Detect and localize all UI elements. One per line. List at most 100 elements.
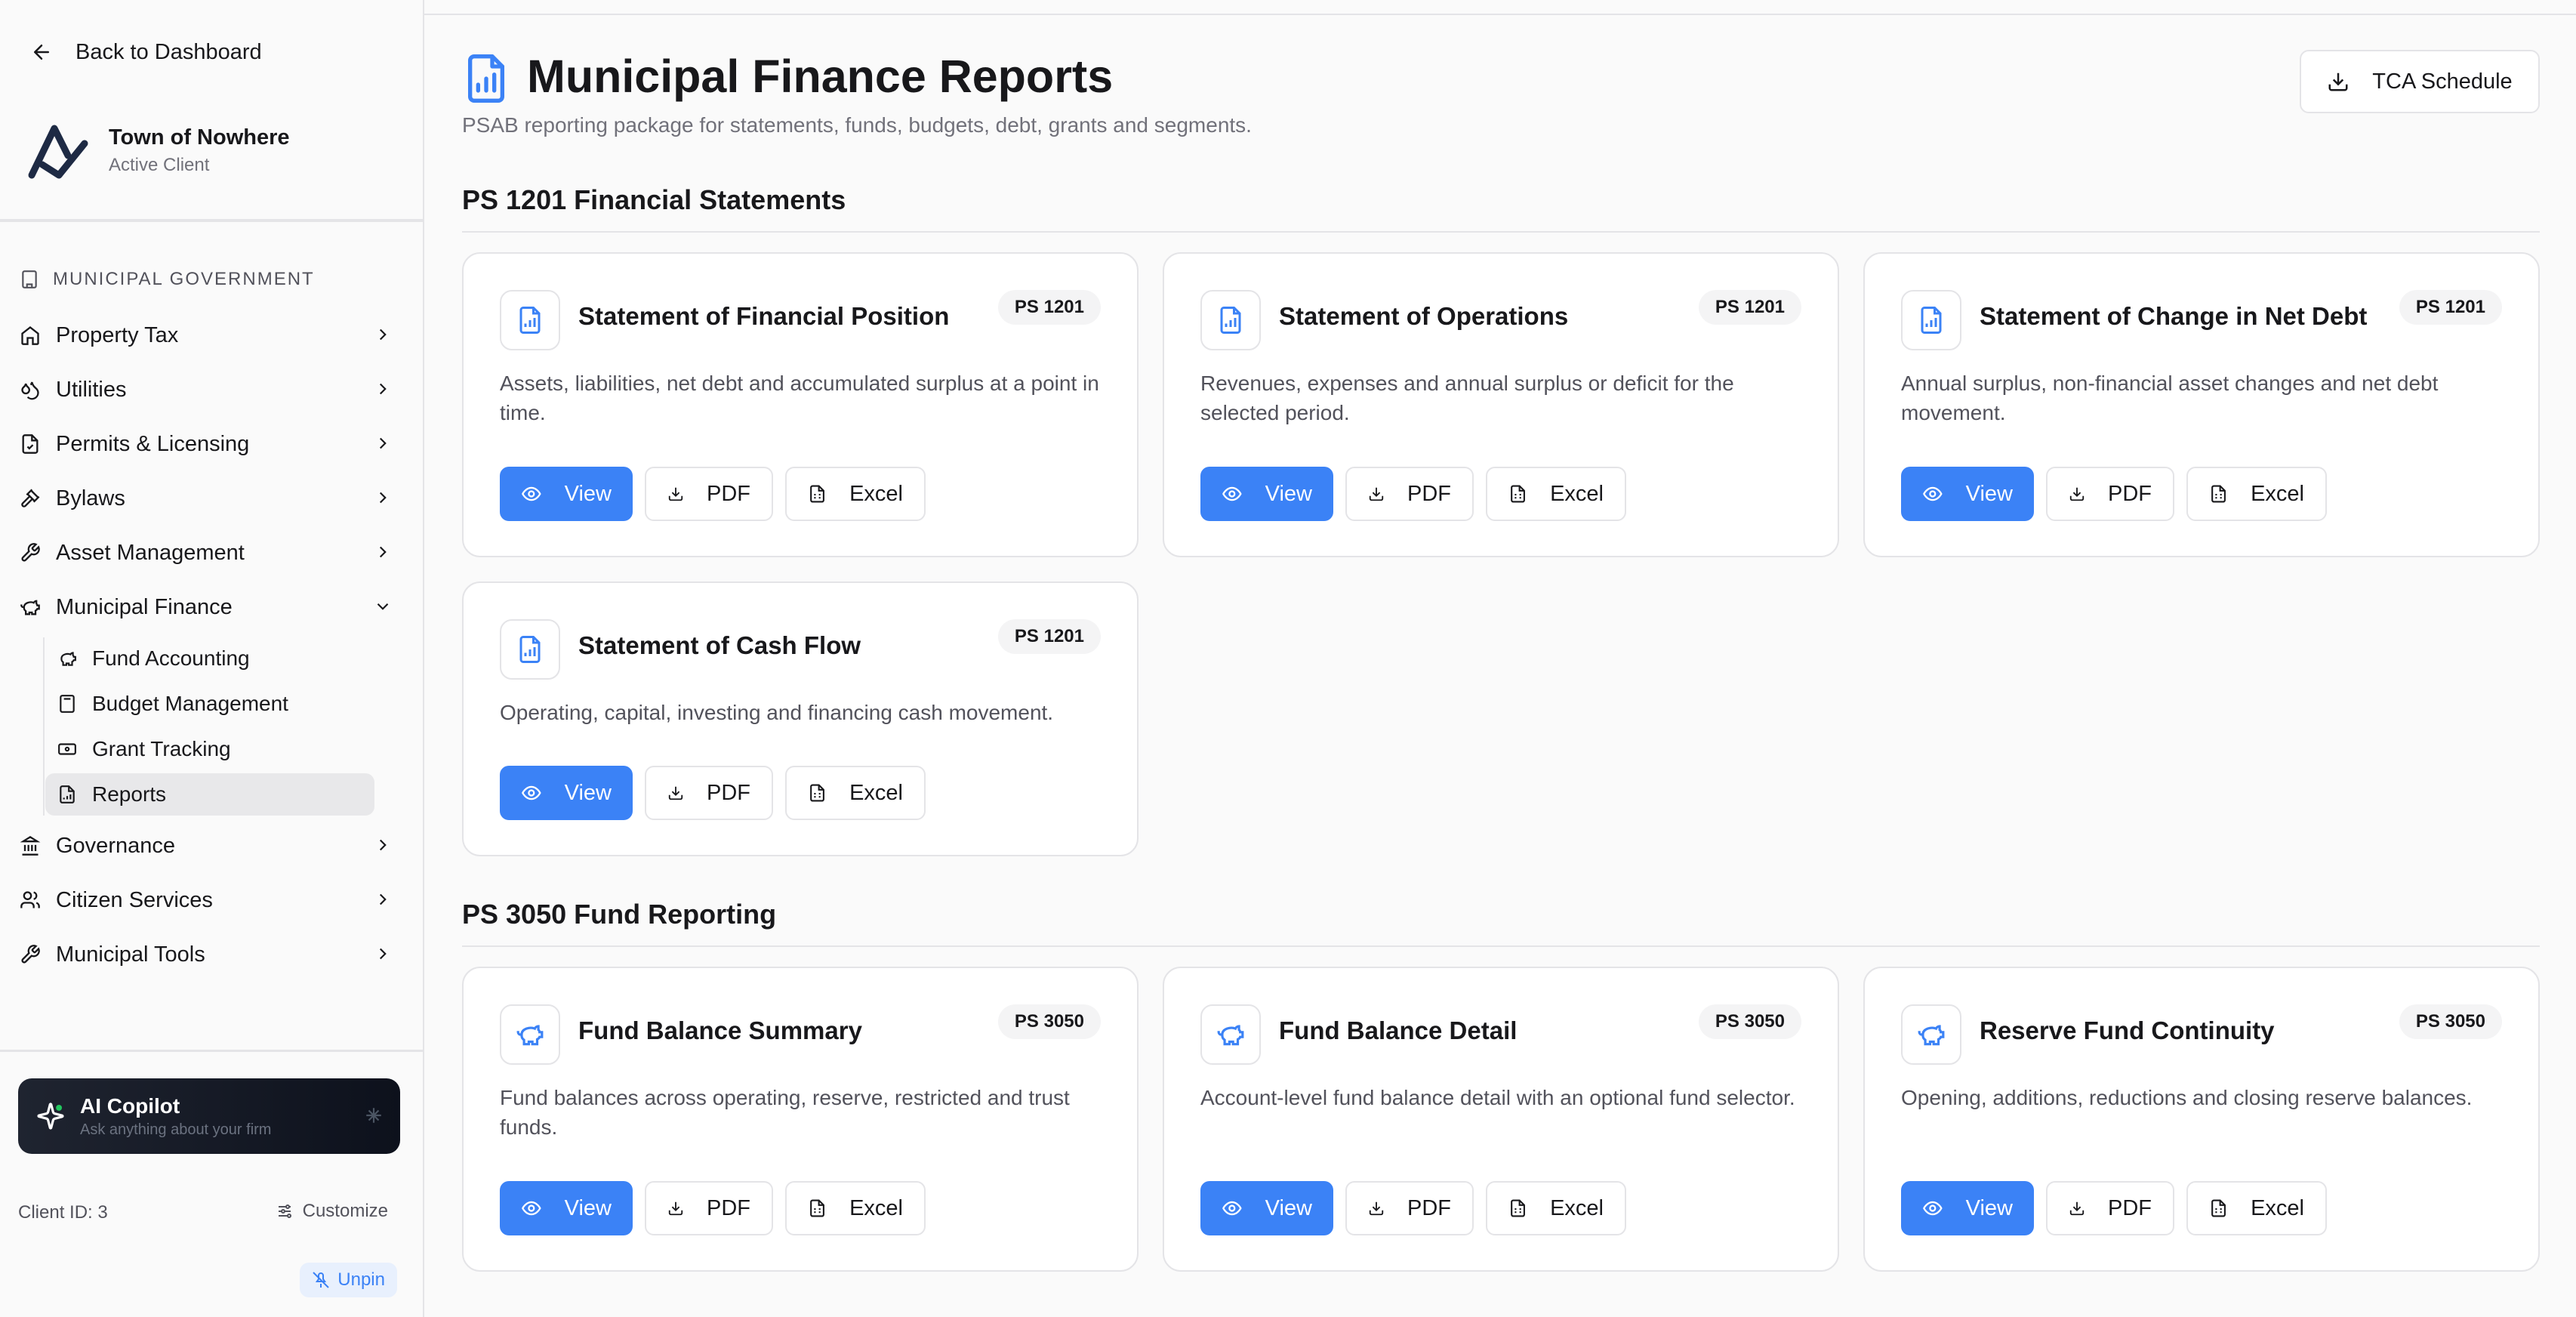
- eye-icon: [522, 785, 541, 800]
- pdf-button[interactable]: PDF: [645, 467, 773, 521]
- download-icon: [2069, 1201, 2085, 1216]
- excel-button[interactable]: Excel: [1486, 467, 1626, 521]
- section-title-ps3050: PS 3050 Fund Reporting: [462, 899, 777, 930]
- back-to-dashboard-label: Back to Dashboard: [75, 39, 262, 64]
- page-subtitle: PSAB reporting package for statements, f…: [462, 113, 1252, 137]
- excel-button[interactable]: Excel: [2186, 467, 2327, 521]
- file-chart-icon: [519, 636, 541, 663]
- sparkles-icon: [37, 1103, 64, 1130]
- standard-badge: PS 1201: [1698, 290, 1801, 325]
- download-icon: [1369, 1201, 1384, 1216]
- pdf-button[interactable]: PDF: [645, 1181, 773, 1235]
- file-spreadsheet-icon: [810, 1199, 824, 1217]
- eye-icon: [1222, 486, 1242, 501]
- tca-schedule-button[interactable]: TCA Schedule: [2300, 50, 2540, 113]
- eye-icon: [522, 1201, 541, 1216]
- download-icon: [2069, 487, 2085, 501]
- ai-copilot-title: AI Copilot: [80, 1093, 180, 1118]
- sidebar-footer-divider: [0, 1050, 423, 1052]
- pin-off-icon: [313, 1272, 329, 1288]
- view-button[interactable]: View: [1901, 467, 2034, 521]
- arrow-left-icon: [34, 45, 49, 60]
- chevron-right-icon: [379, 893, 387, 905]
- back-to-dashboard-link[interactable]: Back to Dashboard: [30, 35, 262, 69]
- chevron-right-icon: [379, 546, 387, 558]
- unpin-button[interactable]: Unpin: [300, 1263, 397, 1297]
- file-spreadsheet-icon: [1511, 485, 1525, 503]
- sidebar-item-municipal-finance[interactable]: Municipal Finance: [0, 580, 423, 634]
- sidebar-item-fund-accounting[interactable]: Fund Accounting: [45, 637, 374, 680]
- sidebar-item-citizen-services[interactable]: Citizen Services: [0, 873, 423, 927]
- sidebar-item-permits-licensing[interactable]: Permits & Licensing: [0, 417, 423, 471]
- report-card: Statement of Operations PS 1201 Revenues…: [1163, 252, 1839, 557]
- sidebar-item-property-tax[interactable]: Property Tax: [0, 308, 423, 362]
- sidebar-item-budget-management[interactable]: Budget Management: [45, 683, 374, 725]
- sidebar-item-grant-tracking[interactable]: Grant Tracking: [45, 728, 374, 770]
- download-icon: [668, 487, 683, 501]
- report-title: Fund Balance Detail: [1279, 1016, 1518, 1044]
- sidebar-item-reports[interactable]: Reports: [45, 773, 374, 816]
- page-title: Municipal Finance Reports: [527, 51, 1114, 102]
- sidebar-item-bylaws[interactable]: Bylaws: [0, 471, 423, 526]
- chevron-right-icon: [379, 948, 387, 960]
- report-card: Fund Balance Summary PS 3050 Fund balanc…: [462, 967, 1139, 1272]
- sidebar-divider: [0, 219, 423, 222]
- file-chart-icon: [468, 54, 504, 103]
- sidebar-item-governance[interactable]: Governance: [0, 819, 423, 873]
- file-spreadsheet-icon: [2211, 1199, 2226, 1217]
- view-button[interactable]: View: [500, 766, 633, 820]
- report-title: Fund Balance Summary: [578, 1016, 862, 1044]
- eye-icon: [522, 486, 541, 501]
- excel-button[interactable]: Excel: [2186, 1181, 2327, 1235]
- excel-button[interactable]: Excel: [785, 467, 926, 521]
- landmark-icon: [20, 835, 41, 856]
- file-check-icon: [22, 434, 39, 454]
- droplets-icon: [21, 381, 39, 400]
- view-button[interactable]: View: [500, 467, 633, 521]
- ai-copilot-subtitle: Ask anything about your firm: [80, 1121, 272, 1138]
- calculator-icon: [60, 695, 75, 713]
- chevron-right-icon: [379, 492, 387, 504]
- piggy-bank-icon: [1918, 1025, 1945, 1046]
- piggy-bank-icon: [516, 1025, 544, 1046]
- pdf-button[interactable]: PDF: [1345, 1181, 1474, 1235]
- report-description: Account-level fund balance detail with a…: [1200, 1086, 1795, 1109]
- excel-button[interactable]: Excel: [1486, 1181, 1626, 1235]
- report-description: Annual surplus, non-financial asset chan…: [1901, 372, 2439, 424]
- gavel-icon: [21, 489, 40, 507]
- file-spreadsheet-icon: [810, 485, 824, 503]
- client-status: Active Client: [109, 154, 210, 175]
- section-label-municipal-government: Municipal Government: [20, 269, 315, 290]
- pdf-button[interactable]: PDF: [2046, 467, 2174, 521]
- excel-button[interactable]: Excel: [785, 1181, 926, 1235]
- file-chart-icon: [1220, 307, 1241, 334]
- main-content: Municipal Finance Reports PSAB reporting…: [424, 0, 2576, 1317]
- pdf-button[interactable]: PDF: [2046, 1181, 2174, 1235]
- customize-button[interactable]: Customize: [276, 1201, 388, 1222]
- chevron-right-icon: [379, 437, 387, 449]
- report-card: Statement of Change in Net Debt PS 1201 …: [1863, 252, 2540, 557]
- sidebar-item-asset-management[interactable]: Asset Management: [0, 526, 423, 580]
- home-icon: [21, 326, 39, 345]
- sidebar: Back to Dashboard Town of Nowhere Active…: [0, 0, 424, 1317]
- report-card: Statement of Financial Position PS 1201 …: [462, 252, 1139, 557]
- client-switcher[interactable]: Town of Nowhere Active Client: [26, 118, 290, 183]
- pdf-button[interactable]: PDF: [645, 766, 773, 820]
- file-chart-icon: [60, 785, 75, 803]
- excel-button[interactable]: Excel: [785, 766, 926, 820]
- sidebar-item-utilities[interactable]: Utilities: [0, 362, 423, 417]
- view-button[interactable]: View: [1200, 467, 1333, 521]
- client-name: Town of Nowhere: [109, 125, 290, 150]
- report-description: Revenues, expenses and annual surplus or…: [1200, 372, 1734, 424]
- ai-copilot-button[interactable]: AI Copilot Ask anything about your firm: [18, 1078, 400, 1154]
- piggy-bank-icon: [1217, 1025, 1244, 1046]
- view-button[interactable]: View: [500, 1181, 633, 1235]
- view-button[interactable]: View: [1901, 1181, 2034, 1235]
- report-title: Statement of Financial Position: [578, 302, 950, 330]
- sidebar-item-municipal-tools[interactable]: Municipal Tools: [0, 927, 423, 982]
- standard-badge: PS 1201: [997, 619, 1101, 654]
- standard-badge: PS 1201: [997, 290, 1101, 325]
- view-button[interactable]: View: [1200, 1181, 1333, 1235]
- pdf-button[interactable]: PDF: [1345, 467, 1474, 521]
- report-description: Assets, liabilities, net debt and accumu…: [500, 372, 1099, 424]
